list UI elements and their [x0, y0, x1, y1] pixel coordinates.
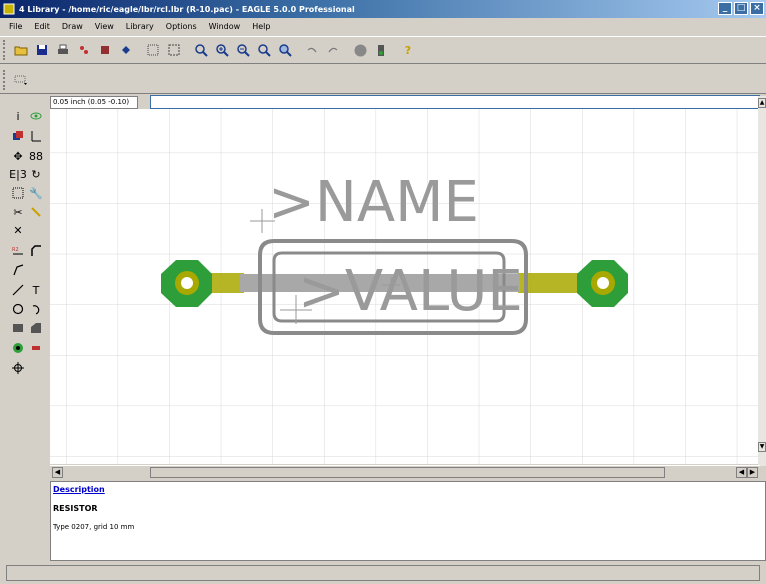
pad-2[interactable]	[577, 260, 628, 307]
change-icon[interactable]: 🔧	[28, 185, 44, 201]
save-icon[interactable]	[33, 41, 51, 59]
pad-1[interactable]	[161, 260, 212, 307]
zoom-redraw-icon[interactable]	[255, 41, 273, 59]
coordinate-display: 0.05 inch (0.05 -0.10)	[50, 95, 138, 109]
menu-library[interactable]: Library	[120, 22, 160, 31]
command-palette: i ✥ 88 E|3 ↻ 🔧 ✂ ✕ R2 T	[6, 98, 48, 568]
polygon-icon[interactable]	[28, 320, 44, 336]
menu-window[interactable]: Window	[203, 22, 247, 31]
value-label[interactable]: >VALUE	[298, 259, 523, 324]
display-icon[interactable]	[10, 128, 26, 144]
menu-view[interactable]: View	[89, 22, 120, 31]
layer-select-icon[interactable]	[12, 71, 30, 89]
mark-icon[interactable]	[28, 128, 44, 144]
scroll-down-icon[interactable]: ▼	[758, 442, 766, 452]
vertical-scrollbar[interactable]: ▲ ▼	[758, 96, 766, 466]
open-icon[interactable]	[12, 41, 30, 59]
delete-icon[interactable]: ✕	[10, 222, 26, 238]
name-label[interactable]: >NAME	[268, 170, 479, 235]
description-link[interactable]: Description	[53, 485, 763, 494]
maximize-icon[interactable]: □	[734, 2, 748, 15]
show-icon[interactable]	[28, 108, 44, 124]
stop-icon[interactable]	[351, 41, 369, 59]
redo-icon[interactable]	[324, 41, 342, 59]
grid-icon[interactable]	[144, 41, 162, 59]
help-icon[interactable]: ?	[399, 41, 417, 59]
move-icon[interactable]: ✥	[10, 148, 26, 164]
grid-alt-icon[interactable]	[165, 41, 183, 59]
description-title: RESISTOR	[53, 504, 98, 513]
status-bar	[6, 565, 760, 581]
parameter-toolbar	[0, 66, 766, 94]
title-bar: 4 Library - /home/ric/eagle/lbr/rcl.lbr …	[0, 0, 766, 18]
drawing-canvas[interactable]: >NAME >VALUE	[50, 109, 760, 464]
menu-bar: File Edit Draw View Library Options Wind…	[0, 18, 766, 34]
zoom-select-icon[interactable]	[276, 41, 294, 59]
cam-icon[interactable]	[75, 41, 93, 59]
scroll-left-icon[interactable]: ◀	[52, 467, 63, 478]
description-pane: Description RESISTOR Type 0207, grid 10 …	[50, 481, 766, 561]
scroll-up-icon[interactable]: ▲	[758, 98, 766, 108]
run-ulp-icon[interactable]	[117, 41, 135, 59]
hole-icon[interactable]	[10, 360, 26, 376]
menu-file[interactable]: File	[3, 22, 28, 31]
svg-text:R2: R2	[12, 247, 19, 253]
window-title: 4 Library - /home/ric/eagle/lbr/rcl.lbr …	[19, 4, 355, 14]
layout-drawing: >NAME >VALUE	[50, 109, 760, 464]
wire-icon[interactable]	[10, 282, 26, 298]
print-icon[interactable]	[54, 41, 72, 59]
horizontal-scroll-thumb[interactable]	[150, 467, 665, 478]
arc-icon[interactable]	[28, 301, 44, 317]
menu-edit[interactable]: Edit	[28, 22, 56, 31]
menu-options[interactable]: Options	[160, 22, 203, 31]
command-input[interactable]	[150, 95, 760, 109]
app-icon	[2, 2, 16, 16]
toolbar-grip[interactable]	[3, 40, 7, 60]
zoom-in-icon[interactable]	[213, 41, 231, 59]
smd-icon[interactable]	[28, 340, 44, 356]
split-icon[interactable]	[10, 262, 26, 278]
menu-help[interactable]: Help	[246, 22, 276, 31]
rotate-icon[interactable]: ↻	[28, 166, 44, 182]
name-icon[interactable]: R2	[10, 243, 26, 259]
undo-icon[interactable]	[303, 41, 321, 59]
go-icon[interactable]	[372, 41, 390, 59]
group-icon[interactable]	[10, 185, 26, 201]
zoom-fit-icon[interactable]	[192, 41, 210, 59]
text-icon[interactable]: T	[28, 282, 44, 298]
copy-icon[interactable]: 88	[28, 148, 44, 164]
pad-icon[interactable]	[10, 340, 26, 356]
horizontal-scrollbar[interactable]: ◀ ◀ ▶	[50, 465, 760, 479]
minimize-icon[interactable]: _	[718, 2, 732, 15]
close-icon[interactable]: ×	[750, 2, 764, 15]
main-toolbar: ?	[0, 36, 766, 64]
rect-icon[interactable]	[10, 320, 26, 336]
script-icon[interactable]	[96, 41, 114, 59]
menu-draw[interactable]: Draw	[56, 22, 89, 31]
coordinate-row: 0.05 inch (0.05 -0.10)	[50, 95, 766, 109]
scroll-right-icon[interactable]: ▶	[747, 467, 758, 478]
info-icon[interactable]: i	[10, 108, 26, 124]
mirror-icon[interactable]: E|3	[9, 166, 27, 182]
miter-icon[interactable]	[28, 243, 44, 259]
cut-icon[interactable]: ✂	[10, 204, 26, 220]
circle-icon[interactable]	[10, 301, 26, 317]
toolbar-grip-2[interactable]	[3, 69, 7, 90]
paste-icon[interactable]	[28, 204, 44, 220]
eagle-window: 4 Library - /home/ric/eagle/lbr/rcl.lbr …	[0, 0, 766, 584]
description-text: Type 0207, grid 10 mm	[53, 523, 135, 531]
scroll-left-small-icon[interactable]: ◀	[736, 467, 747, 478]
zoom-out-icon[interactable]	[234, 41, 252, 59]
